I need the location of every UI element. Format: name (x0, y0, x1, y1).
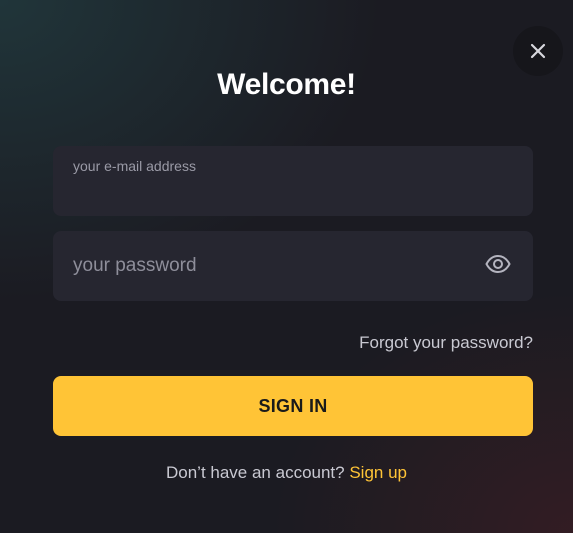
signup-row: Don’t have an account? Sign up (0, 463, 573, 483)
email-field-label: your e-mail address (73, 158, 196, 174)
password-input[interactable] (73, 253, 463, 279)
page-title: Welcome! (217, 68, 356, 101)
sign-up-link[interactable]: Sign up (349, 463, 407, 482)
email-field[interactable]: your e-mail address (53, 146, 533, 216)
password-field[interactable] (53, 231, 533, 301)
sign-in-button[interactable]: SIGN IN (53, 376, 533, 436)
show-password-toggle[interactable] (484, 253, 512, 279)
eye-icon (485, 254, 511, 278)
forgot-password-link[interactable]: Forgot your password? (359, 333, 533, 353)
signup-prompt: Don’t have an account? (165, 463, 345, 482)
sign-in-modal: Welcome! your e-mail address Forgot your… (0, 0, 573, 533)
close-icon (530, 43, 546, 59)
email-input[interactable] (73, 180, 513, 204)
